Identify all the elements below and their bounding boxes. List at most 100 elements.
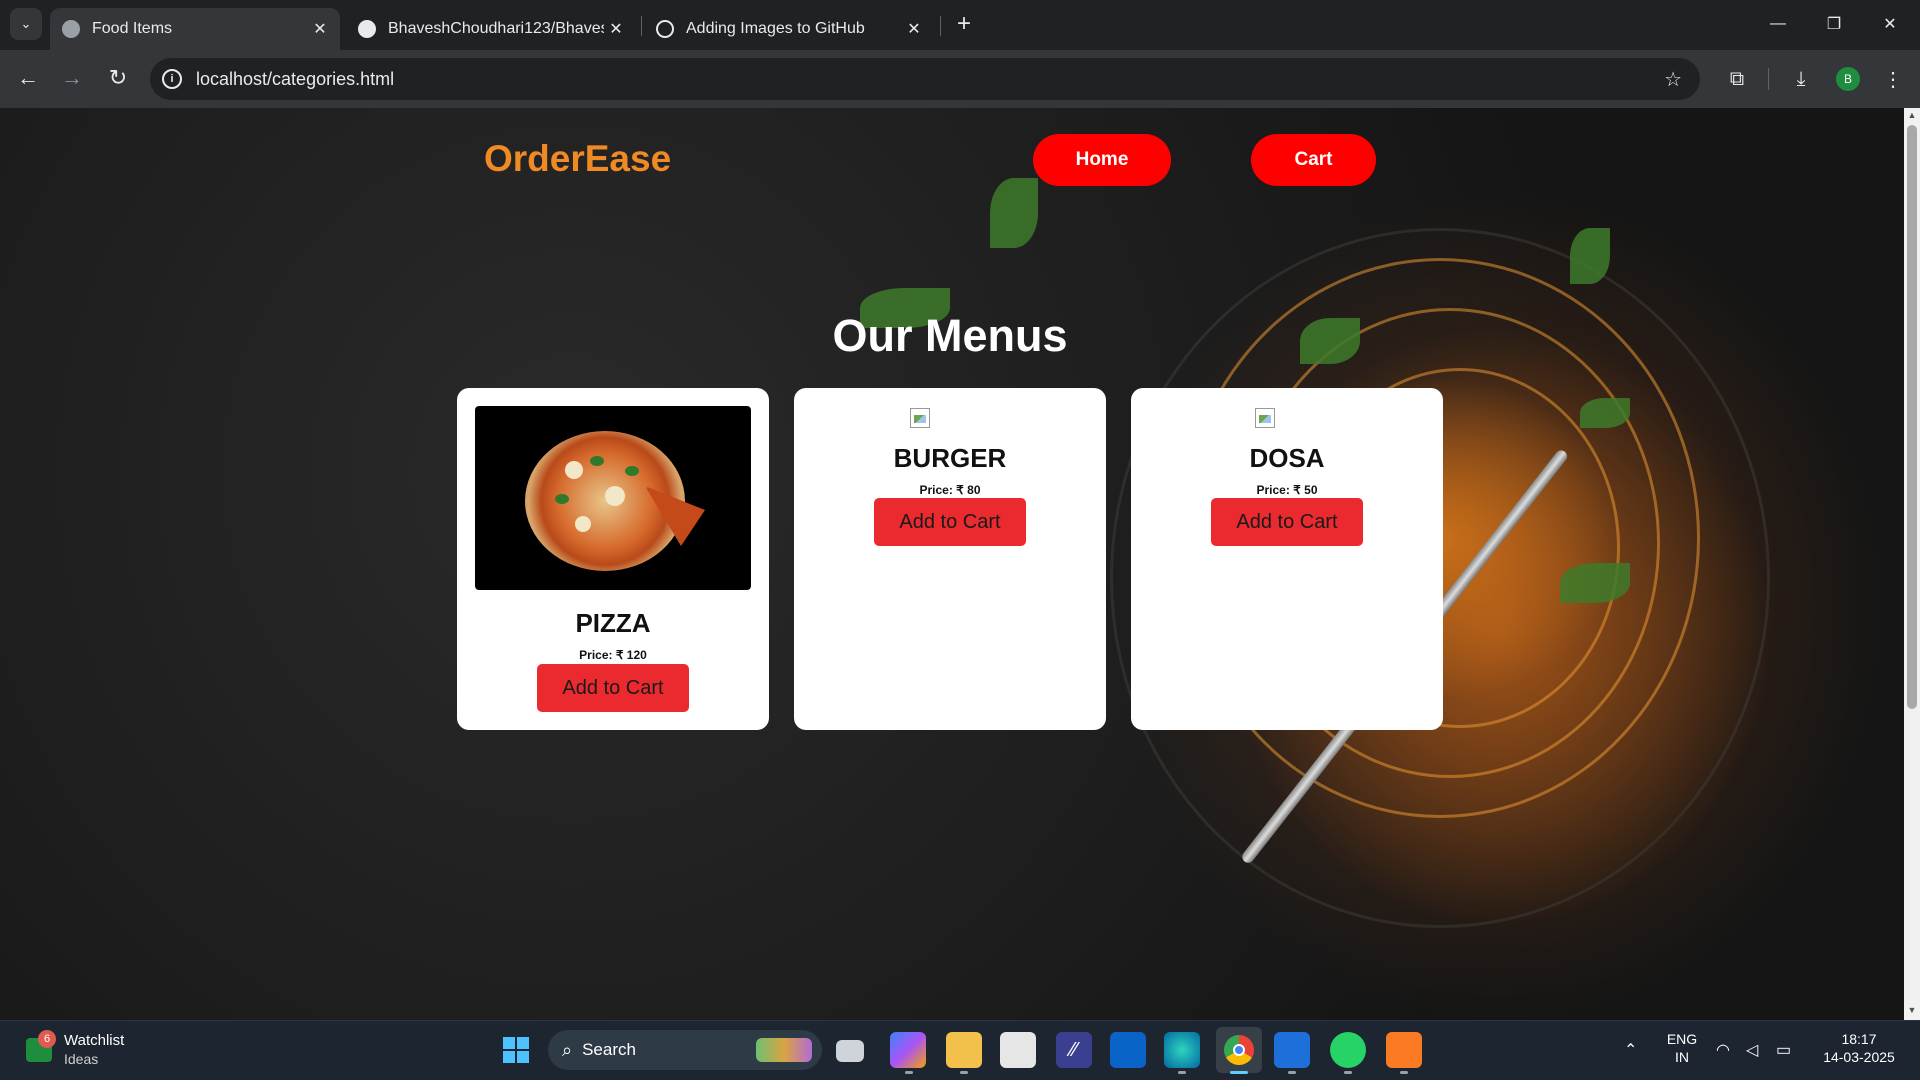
forward-button[interactable]: →	[56, 62, 88, 94]
broken-image-icon	[1255, 408, 1275, 428]
profile-avatar[interactable]: B	[1836, 67, 1860, 91]
item-name: DOSA	[1249, 443, 1325, 473]
brand-logo[interactable]: OrderEase	[484, 138, 671, 180]
xampp-icon[interactable]	[1386, 1032, 1422, 1068]
basil	[590, 456, 604, 466]
new-tab-button[interactable]: +	[950, 10, 978, 38]
restore-button[interactable]: ❐	[1814, 8, 1854, 40]
search-highlight-icon	[756, 1038, 812, 1062]
scroll-thumb[interactable]	[1907, 125, 1917, 709]
minimize-button[interactable]: —	[1758, 8, 1798, 40]
url-text[interactable]: localhost/categories.html	[196, 69, 394, 90]
microsoft-store-icon[interactable]	[1000, 1032, 1036, 1068]
windows-icon	[503, 1037, 529, 1063]
chrome-icon[interactable]	[1216, 1027, 1262, 1073]
search-placeholder: Search	[582, 1040, 636, 1059]
scroll-down-arrow-icon[interactable]: ▼	[1904, 1005, 1920, 1017]
taskbar-search[interactable]: ⌕ Search	[548, 1030, 822, 1070]
tab-github[interactable]: BhaveshChoudhari123/Bhavesh ✕	[346, 8, 636, 50]
add-to-cart-button[interactable]: Add to Cart	[874, 498, 1026, 546]
menus-heading: Our Menus	[832, 310, 1068, 361]
chrome-menu-icon[interactable]: ⋮	[1878, 64, 1908, 94]
close-tab-icon[interactable]: ✕	[308, 19, 332, 39]
chevron-up-icon[interactable]: ⌃	[1624, 1040, 1637, 1060]
running-indicator	[960, 1071, 968, 1074]
item-price: Price: ₹ 50	[1256, 483, 1318, 497]
active-indicator	[1230, 1071, 1248, 1074]
add-to-cart-button[interactable]: Add to Cart	[537, 664, 689, 712]
toolbar-divider	[1768, 68, 1769, 90]
tab-title: Food Items	[92, 20, 173, 37]
back-button[interactable]: ←	[12, 62, 44, 94]
edge-icon[interactable]	[1164, 1032, 1200, 1068]
basil	[555, 494, 569, 504]
pizza-image	[475, 406, 751, 590]
language-indicator[interactable]: ENG IN	[1660, 1030, 1704, 1066]
running-indicator	[1288, 1071, 1296, 1074]
outlook-icon[interactable]	[1110, 1032, 1146, 1068]
close-window-button[interactable]: ✕	[1870, 8, 1910, 40]
chrome-logo	[1224, 1035, 1254, 1065]
mozzarella	[605, 486, 625, 506]
basil	[625, 466, 639, 476]
tab-title: BhaveshChoudhari123/Bhavesh	[388, 20, 604, 37]
extensions-icon[interactable]: ⧉	[1722, 64, 1752, 94]
date: 14-03-2025	[1823, 1049, 1895, 1065]
basil-leaf	[1570, 228, 1610, 284]
widget-subtitle: Ideas	[64, 1051, 99, 1067]
tab-search-button[interactable]: ⌄	[10, 8, 42, 40]
whatsapp-icon[interactable]	[1330, 1032, 1366, 1068]
basil-leaf	[1560, 563, 1630, 603]
reload-button[interactable]: ↻	[102, 62, 134, 94]
add-to-cart-button[interactable]: Add to Cart	[1211, 498, 1363, 546]
basil-leaf	[990, 178, 1038, 248]
task-view-icon[interactable]	[836, 1040, 864, 1062]
battery-icon[interactable]: ▭	[1776, 1040, 1791, 1060]
scroll-up-arrow-icon[interactable]: ▲	[1904, 110, 1920, 122]
cart-nav-button[interactable]: Cart	[1251, 134, 1376, 186]
broken-image-icon	[910, 408, 930, 428]
item-price: Price: ₹ 120	[579, 648, 647, 662]
mute-icon[interactable]: ◁	[1746, 1040, 1758, 1060]
widget-title: Watchlist	[64, 1032, 125, 1049]
tab-title: Adding Images to GitHub	[686, 20, 865, 37]
app-icon[interactable]	[1274, 1032, 1310, 1068]
basil-leaf	[1580, 398, 1630, 428]
menu-card-dosa: DOSA Price: ₹ 50 Add to Cart	[1131, 388, 1443, 730]
running-indicator	[1344, 1071, 1352, 1074]
openai-icon	[656, 20, 674, 38]
mozzarella	[575, 516, 591, 532]
github-icon	[358, 20, 376, 38]
widgets-button[interactable]: 6 Watchlist Ideas	[22, 1030, 162, 1070]
running-indicator	[1178, 1071, 1186, 1074]
language-line2: IN	[1675, 1049, 1689, 1065]
tab-food-items[interactable]: Food Items ✕	[50, 8, 340, 50]
tab-separator	[641, 16, 642, 36]
time: 18:17	[1841, 1031, 1877, 1047]
bookmark-star-icon[interactable]: ☆	[1664, 67, 1682, 92]
item-name: BURGER	[893, 443, 1007, 473]
search-icon: ⌕	[562, 1039, 573, 1060]
mozzarella	[565, 461, 583, 479]
site-info-icon[interactable]: i	[162, 69, 182, 89]
copilot-icon[interactable]	[890, 1032, 926, 1068]
running-indicator	[905, 1071, 913, 1074]
start-button[interactable]	[498, 1032, 534, 1068]
close-tab-icon[interactable]: ✕	[902, 19, 926, 39]
running-indicator	[1400, 1071, 1408, 1074]
globe-icon	[62, 20, 80, 38]
tab-adding-images[interactable]: Adding Images to GitHub ✕	[644, 8, 934, 50]
menu-card-pizza: PIZZA Price: ₹ 120 Add to Cart	[457, 388, 769, 730]
notification-badge: 6	[38, 1030, 56, 1048]
tab-separator	[940, 16, 941, 36]
file-explorer-icon[interactable]	[946, 1032, 982, 1068]
download-icon[interactable]: ⤓	[1786, 64, 1816, 94]
clock[interactable]: 18:17 14-03-2025	[1812, 1030, 1906, 1066]
app-icon[interactable]: ⁄⁄	[1056, 1032, 1092, 1068]
menu-card-burger: BURGER Price: ₹ 80 Add to Cart	[794, 388, 1106, 730]
address-bar[interactable]: i localhost/categories.html ☆	[150, 58, 1700, 100]
home-nav-button[interactable]: Home	[1033, 134, 1171, 186]
wifi-icon[interactable]: ◠	[1716, 1040, 1730, 1060]
close-tab-icon[interactable]: ✕	[604, 19, 628, 39]
language-line1: ENG	[1666, 1031, 1698, 1047]
